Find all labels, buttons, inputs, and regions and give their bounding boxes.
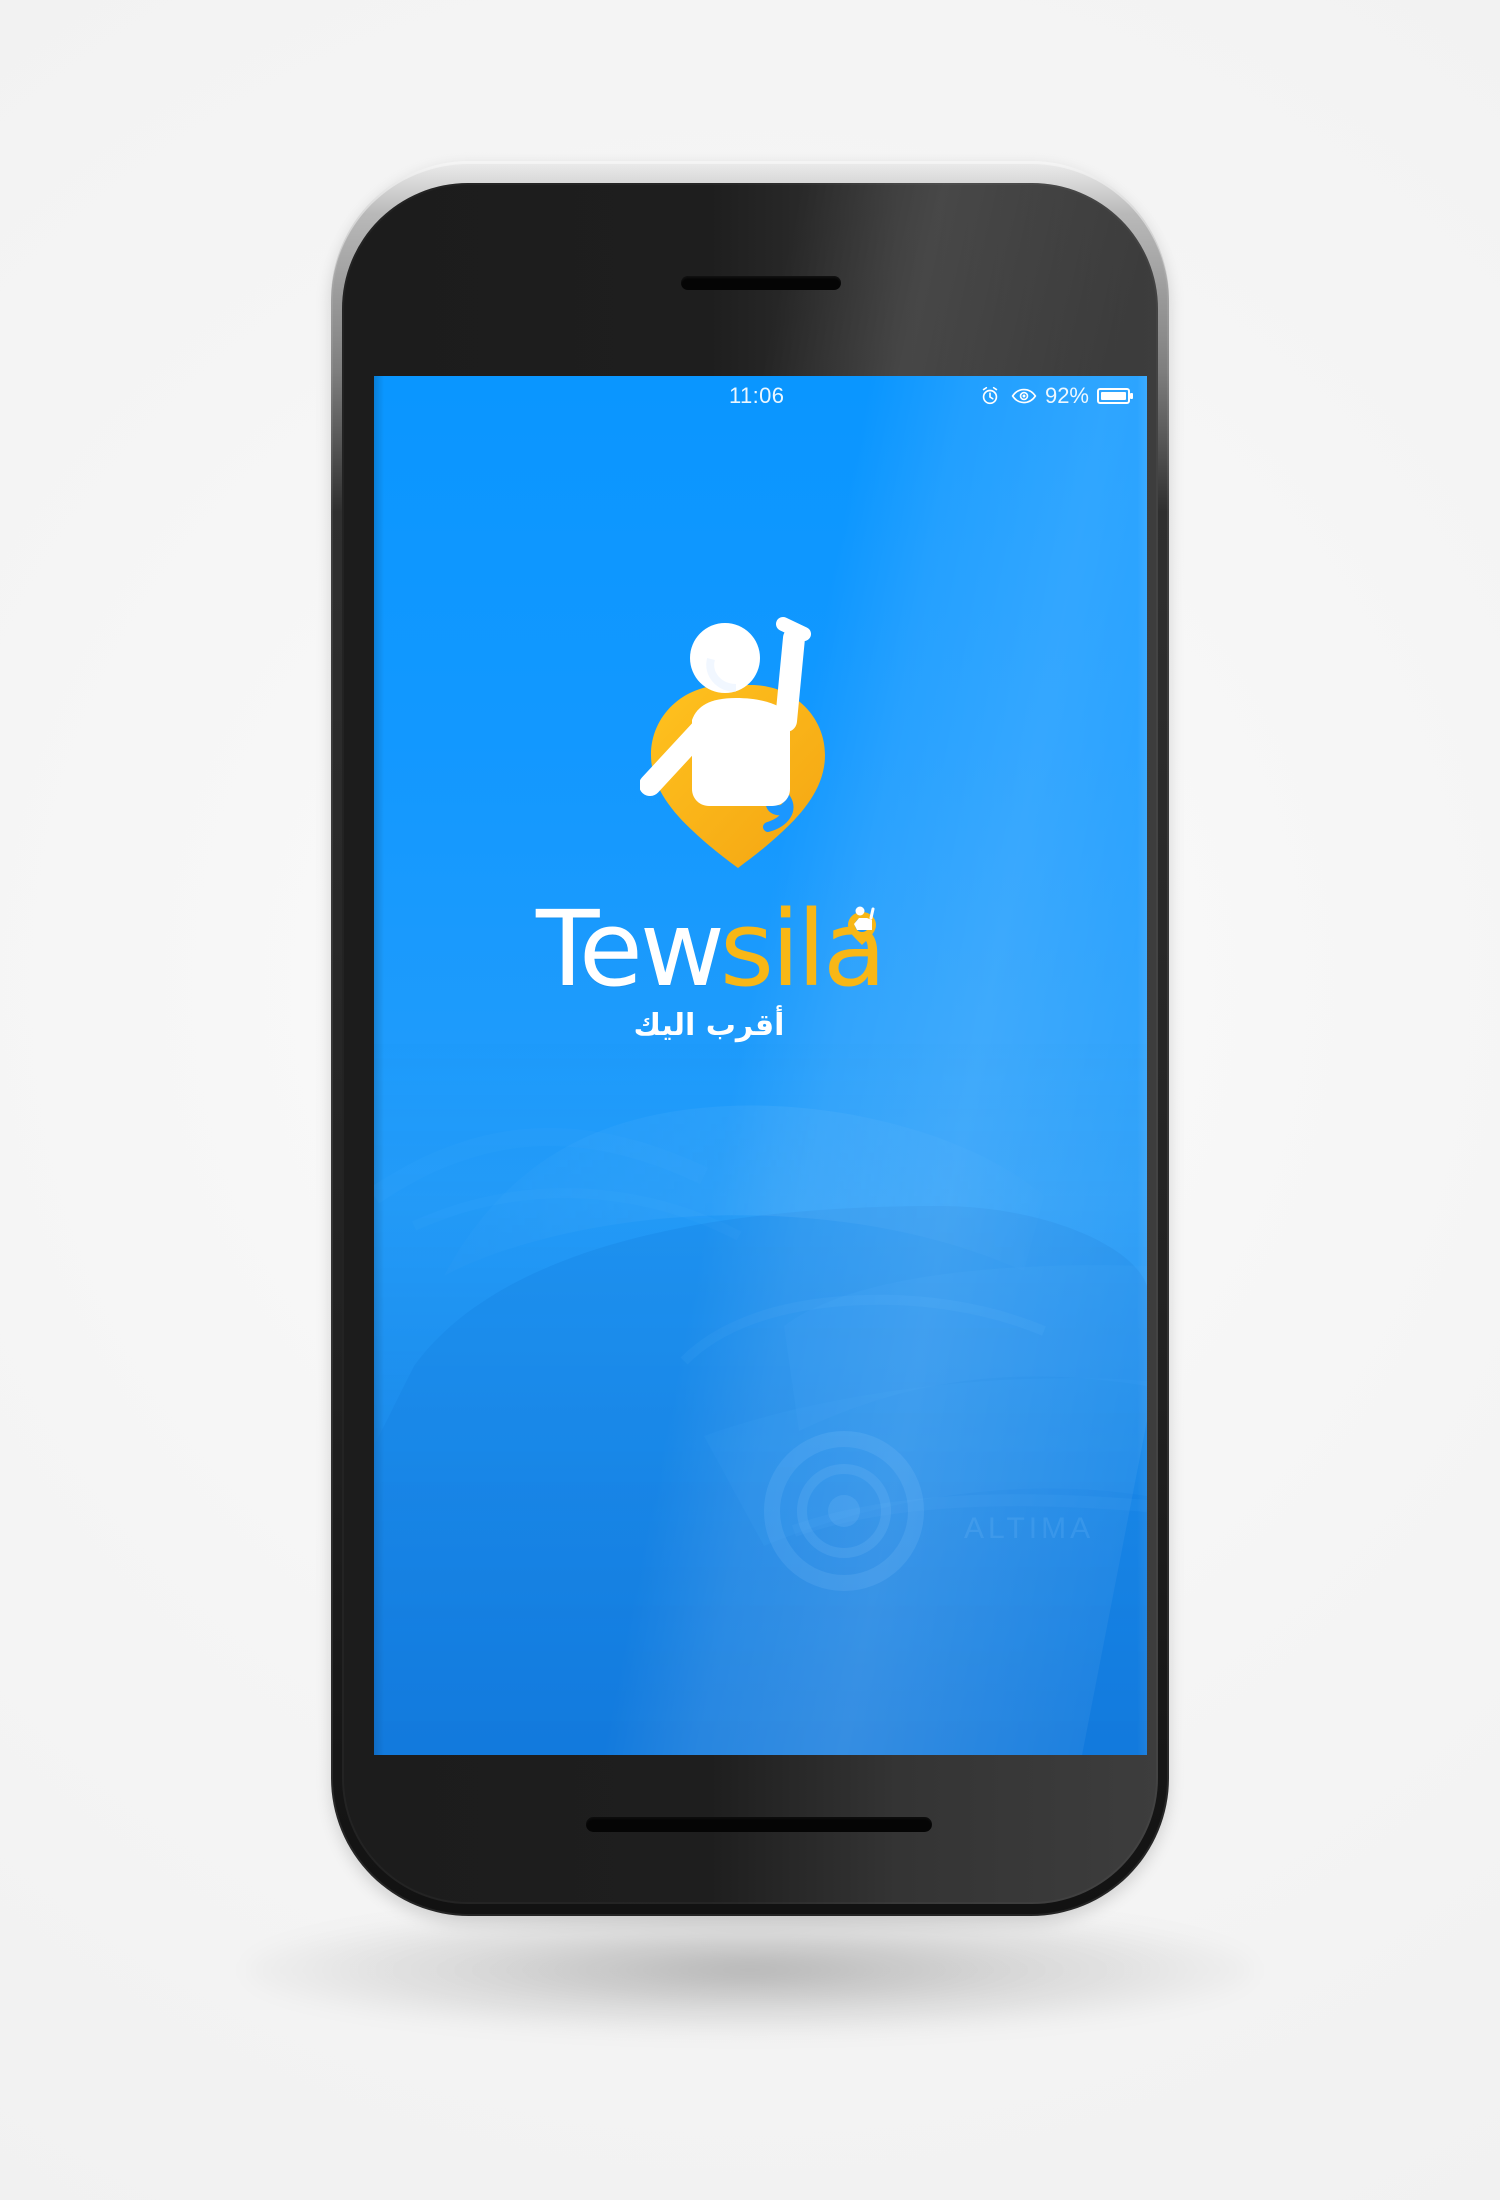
tagline: أقرب اليك bbox=[633, 1008, 785, 1043]
phone-shadow bbox=[245, 1905, 1255, 2035]
splash-branding: Tew sila أقرب اليك bbox=[374, 376, 1147, 1755]
phone-body: ALTIMA 11:06 bbox=[342, 183, 1158, 1904]
phone-speaker bbox=[681, 276, 841, 290]
phone-home-bar bbox=[586, 1817, 932, 1832]
app-logo-text: Tew sila bbox=[536, 881, 996, 1001]
mockup-canvas: ALTIMA 11:06 bbox=[0, 0, 1500, 2200]
brand-text-tew: Tew bbox=[536, 888, 725, 1010]
app-screen: ALTIMA 11:06 bbox=[374, 376, 1147, 1755]
person-location-pin-icon bbox=[640, 617, 825, 868]
phone-frame: ALTIMA 11:06 bbox=[331, 161, 1169, 1916]
small-person-pin-icon bbox=[848, 906, 876, 945]
